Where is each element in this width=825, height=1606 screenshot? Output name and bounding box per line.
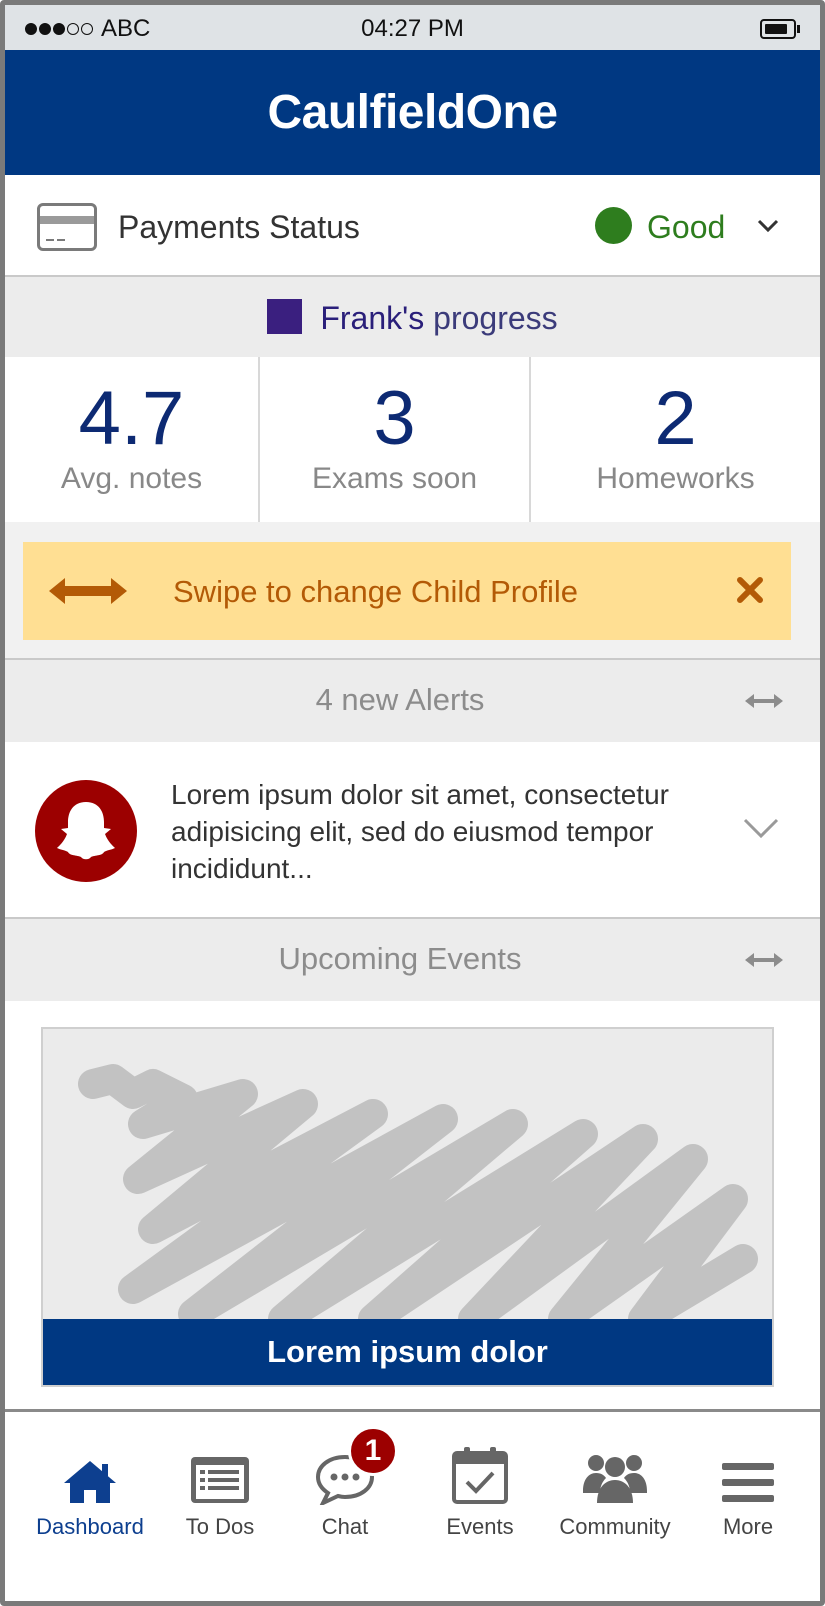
swipe-arrows-icon xyxy=(743,691,785,716)
status-time: 04:27 PM xyxy=(361,15,464,42)
status-indicator-dot xyxy=(595,207,632,244)
child-progress-header: Frank's progress xyxy=(5,277,820,357)
tab-community[interactable]: Community xyxy=(550,1412,680,1601)
swipe-hint-text: Swipe to change Child Profile xyxy=(173,574,578,609)
stat-homeworks[interactable]: 2 Homeworks xyxy=(531,357,820,522)
progress-label: progress xyxy=(433,300,558,336)
stat-label: Exams soon xyxy=(311,462,478,495)
stat-label: Homeworks xyxy=(596,462,755,495)
alert-text: Lorem ipsum dolor sit amet, consectetur … xyxy=(171,779,669,884)
payments-status-row[interactable]: Payments Status Good xyxy=(5,175,820,277)
tab-label: Dashboard xyxy=(36,1514,144,1539)
app-header: CaulfieldOne xyxy=(5,50,820,175)
phone-frame: ABC 04:27 PM CaulfieldOne Payments Statu… xyxy=(0,0,825,1606)
alerts-section-header[interactable]: 4 new Alerts xyxy=(5,660,820,742)
calendar-icon xyxy=(451,1445,509,1510)
tab-label: Community xyxy=(559,1514,671,1539)
tab-more[interactable]: More xyxy=(683,1412,813,1601)
events-carousel: Lorem ipsum dolor xyxy=(5,1001,820,1411)
tab-dashboard[interactable]: Dashboard xyxy=(25,1412,155,1601)
event-title: Lorem ipsum dolor xyxy=(43,1319,772,1385)
tab-events[interactable]: Events xyxy=(415,1412,545,1601)
tab-todos[interactable]: To Dos xyxy=(155,1412,285,1601)
stat-label: Avg. notes xyxy=(60,462,203,495)
child-color-swatch xyxy=(267,299,303,334)
progress-stats: 4.7 Avg. notes 3 Exams soon 2 Homeworks xyxy=(5,357,820,522)
battery-icon xyxy=(760,19,800,39)
event-image-placeholder xyxy=(78,1064,758,1329)
stat-value: 4.7 xyxy=(78,376,185,461)
tab-chat[interactable]: 1 Chat xyxy=(280,1412,410,1601)
bottom-tab-bar: Dashboard To Dos 1 Chat Events Community… xyxy=(5,1409,820,1601)
swap-arrows-icon xyxy=(47,574,129,613)
tab-label: More xyxy=(722,1514,774,1539)
credit-card-icon xyxy=(37,203,97,251)
alerts-header-text: 4 new Alerts xyxy=(315,682,485,717)
chat-unread-badge: 1 xyxy=(348,1426,398,1476)
tab-label: Events xyxy=(446,1514,514,1539)
ghost-icon xyxy=(35,780,137,882)
home-icon xyxy=(62,1459,118,1510)
close-icon[interactable] xyxy=(735,575,765,610)
chevron-down-icon[interactable] xyxy=(742,814,780,847)
stat-value: 3 xyxy=(373,376,416,461)
tab-label: Chat xyxy=(321,1514,369,1539)
swipe-banner-area: Swipe to change Child Profile xyxy=(5,522,820,660)
swipe-arrows-icon xyxy=(743,950,785,975)
app-title: CaulfieldOne xyxy=(267,86,558,139)
alert-item[interactable]: Lorem ipsum dolor sit amet, consectetur … xyxy=(5,742,820,919)
payments-status-value: Good xyxy=(647,209,726,245)
child-name: Frank's xyxy=(320,300,425,336)
event-card[interactable]: Lorem ipsum dolor xyxy=(41,1027,774,1387)
list-icon xyxy=(189,1455,251,1510)
events-header-text: Upcoming Events xyxy=(278,941,522,976)
menu-icon xyxy=(722,1461,774,1510)
stat-exams-soon[interactable]: 3 Exams soon xyxy=(260,357,531,522)
events-section-header[interactable]: Upcoming Events xyxy=(5,919,820,1001)
stat-avg-notes[interactable]: 4.7 Avg. notes xyxy=(5,357,260,522)
status-bar: ABC 04:27 PM xyxy=(5,5,820,50)
chevron-down-icon[interactable] xyxy=(753,211,783,246)
payments-status-label: Payments Status xyxy=(118,209,360,245)
stat-value: 2 xyxy=(654,376,697,461)
community-icon xyxy=(583,1451,647,1510)
swipe-hint-banner: Swipe to change Child Profile xyxy=(23,542,791,640)
